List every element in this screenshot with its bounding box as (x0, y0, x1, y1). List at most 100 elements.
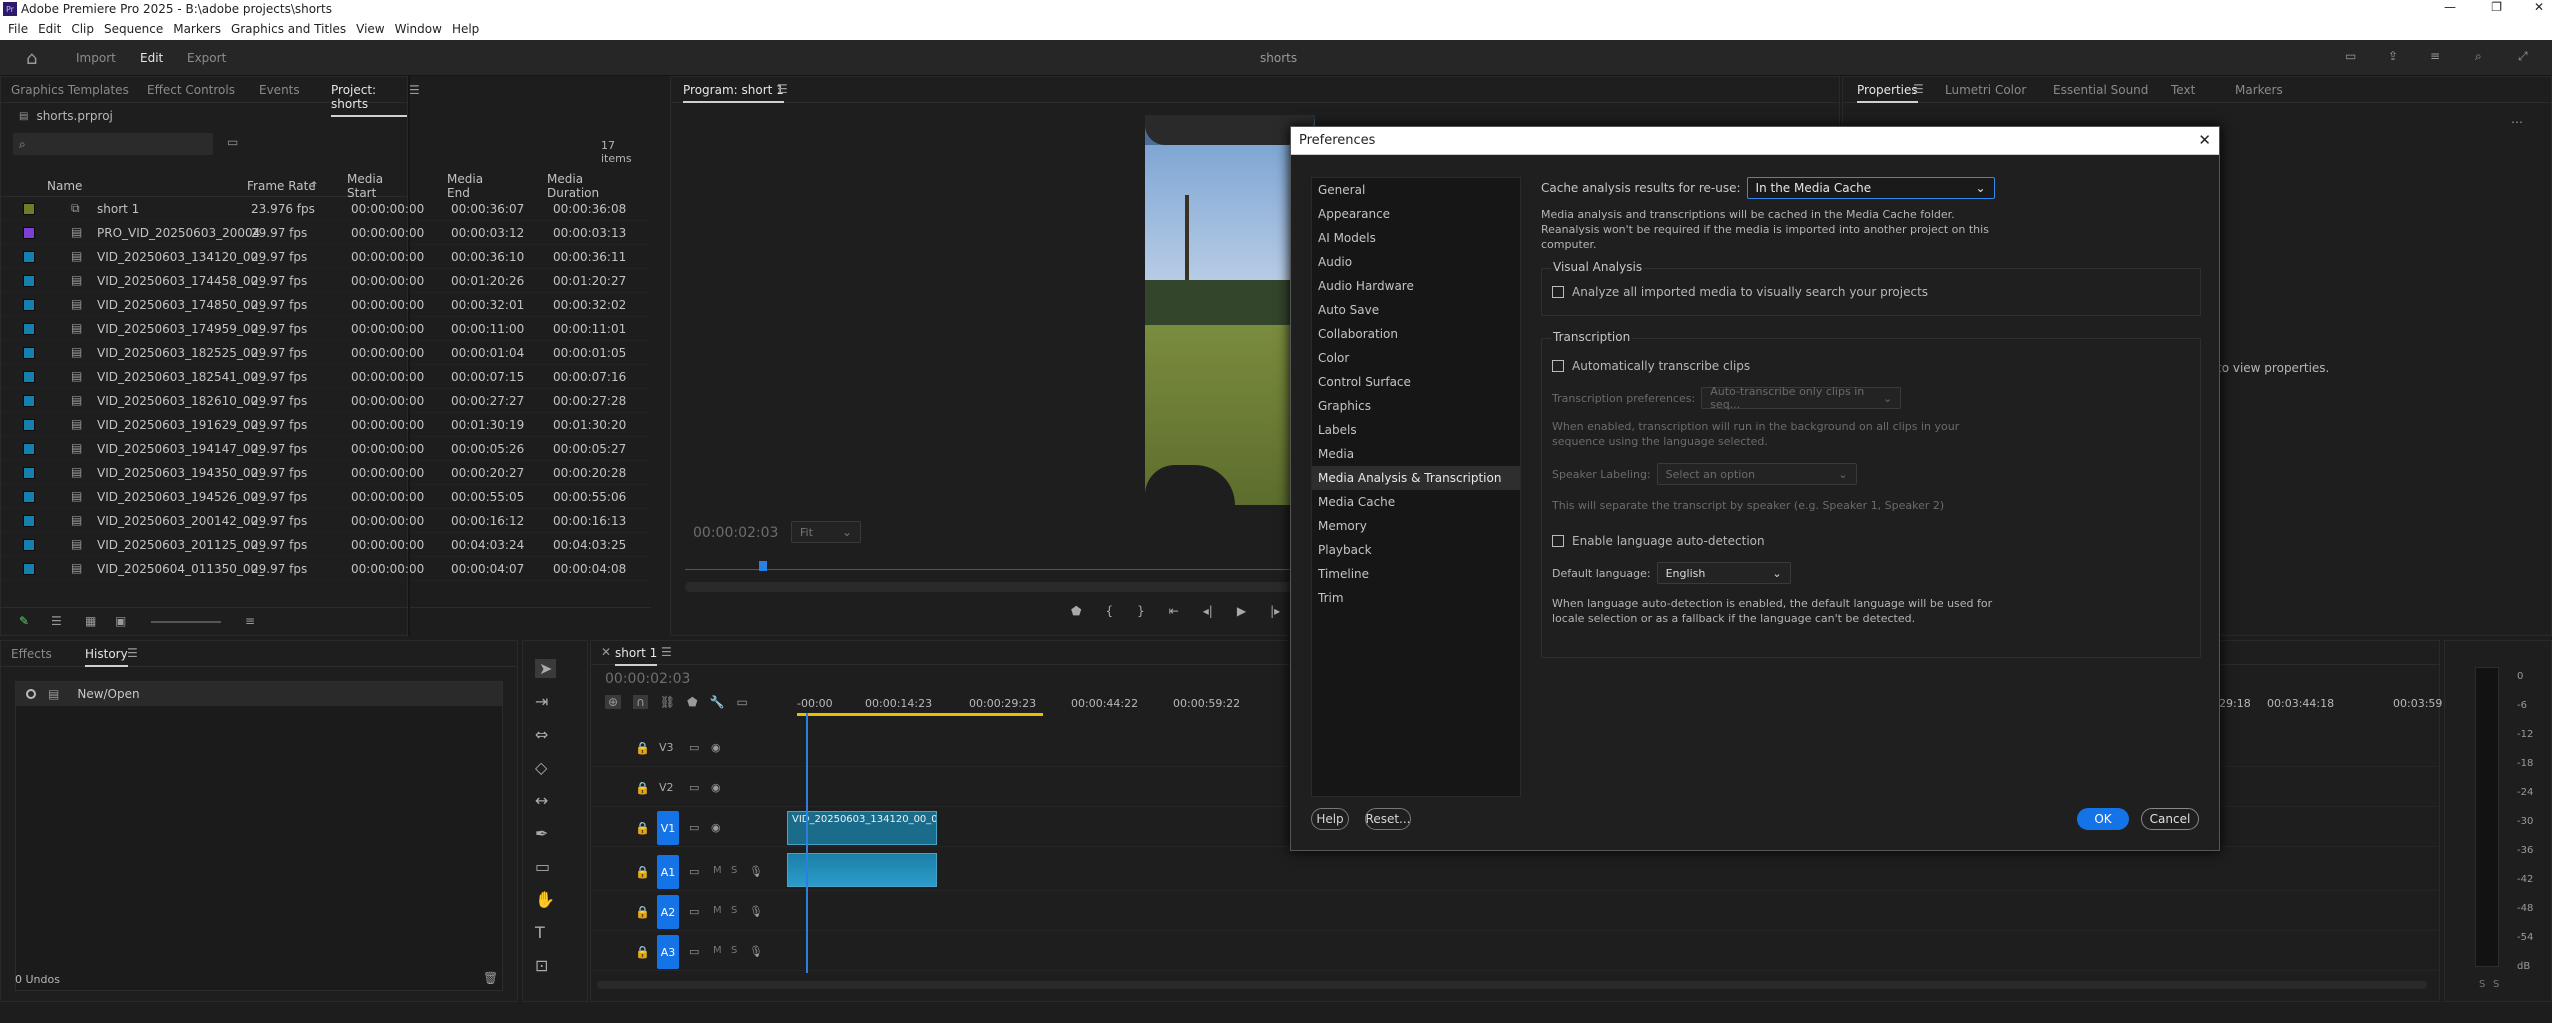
tab-program[interactable]: Program: short 1 (683, 83, 784, 103)
linked-icon[interactable]: ⛓ (660, 695, 675, 709)
mic-icon[interactable]: 🎙 (749, 905, 763, 918)
new-bin-icon[interactable]: ▭ (227, 135, 238, 149)
solo-button[interactable]: S (731, 865, 737, 876)
lock-icon[interactable]: 🔒 (635, 821, 650, 835)
track-label[interactable]: A1 (657, 855, 679, 889)
category-item[interactable]: Color (1312, 346, 1520, 370)
eye-icon[interactable]: ◉ (711, 821, 721, 834)
category-item[interactable]: Timeline (1312, 562, 1520, 586)
playhead-line[interactable] (806, 713, 808, 973)
solo-button[interactable]: S (731, 905, 737, 916)
col-frame-rate[interactable]: Frame Rate (247, 179, 316, 193)
label-color-swatch[interactable] (23, 299, 35, 311)
menu-window[interactable]: Window (395, 22, 442, 36)
mode-edit[interactable]: Edit (140, 51, 163, 65)
captions-icon[interactable]: ▭ (736, 695, 747, 709)
checkbox[interactable] (1552, 535, 1564, 547)
tab-events[interactable]: Events (259, 83, 300, 97)
ok-button[interactable]: OK (2077, 808, 2129, 830)
speaker-dropdown[interactable]: Select an option ⌄ (1656, 463, 1857, 485)
minimize-icon[interactable]: — (2444, 0, 2456, 14)
mic-icon[interactable]: 🎙 (749, 865, 763, 878)
lock-icon[interactable]: 🔒 (635, 741, 650, 755)
project-row[interactable]: ▤ VID_20250603_194526_00_ 29.97 fps 00:00:0… (1, 485, 651, 509)
reset-button[interactable]: Reset... (1365, 808, 1411, 830)
col-media-end[interactable]: Media End (447, 172, 483, 200)
category-item[interactable]: Audio Hardware (1312, 274, 1520, 298)
sync-lock-icon[interactable]: ▭ (689, 781, 699, 794)
project-row[interactable]: ▤ VID_20250603_182541_00_ 29.97 fps 00:00:0… (1, 365, 651, 389)
project-row[interactable]: ▤ VID_20250603_182525_00_ 29.97 fps 00:00:0… (1, 341, 651, 365)
category-item[interactable]: Graphics (1312, 394, 1520, 418)
tab-sequence[interactable]: short 1 (615, 646, 658, 666)
label-color-swatch[interactable] (23, 491, 35, 503)
label-color-swatch[interactable] (23, 347, 35, 359)
mark-out-icon[interactable]: } (1137, 604, 1145, 618)
mark-in-icon[interactable]: { (1105, 604, 1113, 618)
solo-right[interactable]: S (2493, 979, 2499, 990)
col-name[interactable]: Name (47, 179, 82, 193)
project-row[interactable]: ▤ VID_20250603_182610_00_ 29.97 fps 00:00:0… (1, 389, 651, 413)
work-area-bar[interactable] (797, 713, 1043, 716)
label-color-swatch[interactable] (23, 563, 35, 575)
video-clip[interactable]: VID_20250603_134120_00_001.mp4 [V] (787, 811, 937, 845)
menu-edit[interactable]: Edit (38, 22, 61, 36)
project-row[interactable]: ▤ VID_20250603_134120_00_ 29.97 fps 00:00:0… (1, 245, 651, 269)
category-item[interactable]: Memory (1312, 514, 1520, 538)
mute-button[interactable]: M (713, 905, 722, 916)
step-forward-icon[interactable]: |▸ (1270, 604, 1280, 618)
home-icon[interactable]: ⌂ (26, 48, 37, 69)
more-icon[interactable]: ⋯ (2511, 115, 2523, 129)
lock-icon[interactable]: 🔒 (635, 781, 650, 795)
category-item[interactable]: Playback (1312, 538, 1520, 562)
lang-detect-option[interactable]: Enable language auto-detection (1552, 534, 2190, 548)
step-back-icon[interactable]: ◂| (1203, 604, 1213, 618)
freeform-view-icon[interactable]: ▣ (115, 614, 126, 628)
menu-lines-icon[interactable]: ≡ (2430, 49, 2440, 63)
slip-icon[interactable]: ↔ (535, 791, 556, 810)
snap-icon[interactable]: ∩ (633, 695, 648, 709)
project-row[interactable]: ▤ PRO_VID_20250603_20004 29.97 fps 00:00:00… (1, 221, 651, 245)
lock-icon[interactable]: 🔒 (635, 905, 650, 919)
maximize-icon[interactable]: ❐ (2491, 0, 2502, 14)
sync-lock-icon[interactable]: ▭ (689, 741, 699, 754)
add-marker-icon[interactable]: ⬟ (687, 695, 697, 709)
help-button[interactable]: Help (1311, 808, 1349, 830)
sync-lock-icon[interactable]: ▭ (689, 821, 699, 834)
workspaces-icon[interactable]: ▭ (2345, 49, 2356, 63)
menu-help[interactable]: Help (452, 22, 479, 36)
track-select-icon[interactable]: ⇥ (535, 692, 556, 711)
play-icon[interactable]: ▶ (1237, 604, 1246, 618)
category-item[interactable]: Media Cache (1312, 490, 1520, 514)
sort-icon[interactable]: ≡ (245, 614, 255, 628)
label-color-swatch[interactable] (23, 515, 35, 527)
track-label[interactable]: A2 (657, 895, 679, 929)
panel-menu-icon[interactable]: ☰ (409, 83, 420, 97)
menu-markers[interactable]: Markers (173, 22, 221, 36)
rectangle-icon[interactable]: ▭ (535, 857, 556, 876)
category-item[interactable]: Media Analysis & Transcription (1312, 466, 1520, 490)
tab-graphics-templates[interactable]: Graphics Templates (11, 83, 129, 97)
marker-icon[interactable]: ⬟ (1071, 604, 1081, 618)
label-color-swatch[interactable] (23, 395, 35, 407)
category-item[interactable]: AI Models (1312, 226, 1520, 250)
sync-lock-icon[interactable]: ▭ (689, 865, 699, 878)
tab-properties[interactable]: Properties (1857, 83, 1918, 103)
label-color-swatch[interactable] (23, 275, 35, 287)
search-icon[interactable]: ⌕ (2475, 49, 2482, 64)
label-color-swatch[interactable] (23, 251, 35, 263)
category-item[interactable]: Labels (1312, 418, 1520, 442)
project-row[interactable]: ▤ VID_20250604_011350_00_ 29.97 fps 00:00:0… (1, 557, 651, 581)
col-media-duration[interactable]: Media Duration (547, 172, 599, 200)
transcription-pref-dropdown[interactable]: Auto-transcribe only clips in seq... ⌄ (1701, 385, 1902, 411)
lock-icon[interactable]: 🔒 (635, 865, 650, 879)
nest-icon[interactable]: ⊕ (605, 695, 622, 709)
label-color-swatch[interactable] (23, 371, 35, 383)
history-item[interactable]: ▤ New/Open (16, 682, 502, 706)
menu-view[interactable]: View (356, 22, 384, 36)
label-color-swatch[interactable] (23, 443, 35, 455)
project-row[interactable]: ▤ VID_20250603_191629_00_ 29.97 fps 00:00:0… (1, 413, 651, 437)
pen-icon[interactable]: ✒ (535, 824, 556, 843)
sync-lock-icon[interactable]: ▭ (689, 945, 699, 958)
auto-transcribe-option[interactable]: Automatically transcribe clips (1552, 359, 2190, 373)
